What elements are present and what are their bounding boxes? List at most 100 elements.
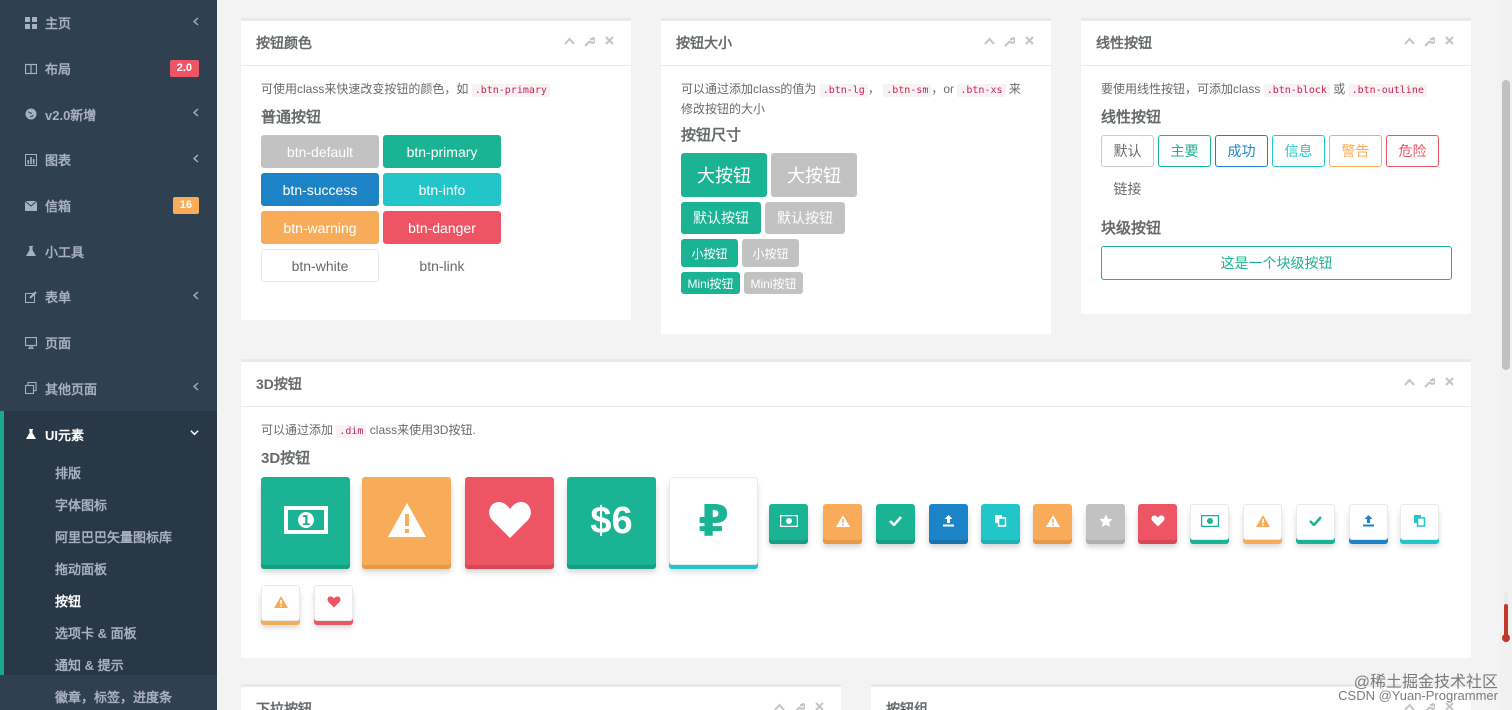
outline-warning-button[interactable]: 警告 — [1329, 135, 1382, 167]
section-heading: 普通按钮 — [261, 109, 322, 126]
outline-success-button[interactable]: 成功 — [1215, 135, 1268, 167]
wrench-icon[interactable] — [1422, 36, 1436, 50]
close-icon[interactable] — [812, 702, 826, 710]
submenu-item-1[interactable]: 字体图标 — [4, 489, 217, 521]
mini-primary-button[interactable]: Mini按钮 — [681, 272, 740, 294]
btn-default-button[interactable]: btn-default — [261, 135, 379, 168]
default-primary-button[interactable]: 默认按钮 — [681, 202, 761, 234]
btn-info-button[interactable]: btn-info — [383, 173, 501, 206]
collapse-icon[interactable] — [982, 36, 996, 50]
submenu-item-2[interactable]: 阿里巴巴矢量图标库 — [4, 521, 217, 553]
btn-primary-button[interactable]: btn-primary — [383, 135, 501, 168]
money-icon: 1 — [283, 505, 329, 538]
chevron-left-icon — [192, 154, 199, 166]
3d-small-button-3[interactable] — [929, 504, 968, 540]
collapse-icon[interactable] — [1402, 702, 1416, 710]
outline-info-button[interactable]: 信息 — [1272, 135, 1325, 167]
copy-icon — [994, 514, 1007, 530]
wrench-icon[interactable] — [1002, 36, 1016, 50]
3d-small-button-4[interactable] — [981, 504, 1020, 540]
3d-small-button-6[interactable] — [1086, 504, 1125, 540]
3d-small-button-10[interactable] — [1296, 504, 1335, 540]
heart-icon — [1150, 515, 1165, 530]
large-default-button[interactable]: 大按钮 — [771, 153, 857, 197]
sidebar-item-8[interactable]: 其他页面 — [0, 366, 217, 412]
panel-header: 3D按钮 — [241, 362, 1471, 407]
3d-small-button-13[interactable] — [261, 585, 300, 621]
submenu-item-0[interactable]: 排版 — [4, 457, 217, 489]
sidebar-item-1[interactable]: 布局 2.0 — [0, 46, 217, 92]
wrench-icon[interactable] — [582, 36, 596, 50]
wrench-icon[interactable] — [1422, 377, 1436, 391]
collapse-icon[interactable] — [1402, 377, 1416, 391]
3d-money-button[interactable]: 1 — [261, 477, 350, 565]
default-default-button[interactable]: 默认按钮 — [765, 202, 845, 234]
sidebar-item-7[interactable]: 页面 — [0, 320, 217, 366]
grid-icon — [24, 16, 38, 30]
3d-ruble-button[interactable]: ₽ — [669, 477, 758, 565]
large-primary-button[interactable]: 大按钮 — [681, 153, 767, 197]
close-icon[interactable] — [1442, 377, 1456, 391]
sidebar-item-label: 布局 — [45, 62, 72, 78]
submenu-item-5[interactable]: 选项卡 & 面板 — [4, 617, 217, 649]
mini-default-button[interactable]: Mini按钮 — [744, 272, 803, 294]
outline-primary-button[interactable]: 主要 — [1158, 135, 1211, 167]
3d-warning-button[interactable] — [362, 477, 451, 565]
outline-danger-button[interactable]: 危险 — [1386, 135, 1439, 167]
sidebar-item-label: UI元素 — [45, 427, 85, 443]
close-icon[interactable] — [1442, 36, 1456, 50]
chart-icon — [24, 153, 38, 167]
collapse-icon[interactable] — [772, 702, 786, 710]
btn-success-button[interactable]: btn-success — [261, 173, 379, 206]
3d-small-button-14[interactable] — [314, 585, 353, 621]
outline-default-button[interactable]: 默认 — [1101, 135, 1154, 167]
3d-small-button-7[interactable] — [1138, 504, 1177, 540]
btn-link-button[interactable]: btn-link — [383, 249, 501, 282]
3d-heart-button[interactable] — [465, 477, 554, 565]
flask-icon — [24, 427, 38, 441]
3d-small-button-8[interactable] — [1190, 504, 1229, 540]
wrench-icon[interactable] — [1422, 702, 1436, 710]
money-icon — [779, 514, 798, 530]
sidebar-item-6[interactable]: 表单 — [0, 274, 217, 320]
sidebar-item-3[interactable]: 图表 — [0, 137, 217, 183]
flask-icon — [24, 244, 38, 258]
small-default-button[interactable]: 小按钮 — [742, 239, 799, 267]
3d-small-button-0[interactable] — [769, 504, 808, 540]
3d-small-button-2[interactable] — [876, 504, 915, 540]
sidebar-item-0[interactable]: 主页 — [0, 0, 217, 46]
page-scrollbar[interactable] — [1500, 0, 1512, 710]
wrench-icon[interactable] — [792, 702, 806, 710]
collapse-icon[interactable] — [562, 36, 576, 50]
submenu-item-4[interactable]: 按钮 — [4, 585, 217, 617]
close-icon[interactable] — [1022, 36, 1036, 50]
submenu-item-3[interactable]: 拖动面板 — [4, 553, 217, 585]
3d-small-button-12[interactable] — [1400, 504, 1439, 540]
outline-link-button[interactable]: 链接 — [1101, 173, 1154, 205]
panel-title: 按钮颜色 — [256, 35, 312, 51]
sidebar-item-4[interactable]: 信箱 16 — [0, 183, 217, 229]
small-primary-button[interactable]: 小按钮 — [681, 239, 738, 267]
collapse-icon[interactable] — [1402, 36, 1416, 50]
sidebar-item-5[interactable]: 小工具 — [0, 228, 217, 274]
edit-icon — [24, 290, 38, 304]
submenu-item-7[interactable]: 徽章，标签，进度条 — [4, 681, 217, 710]
3d-small-button-9[interactable] — [1243, 504, 1282, 540]
btn-white-button[interactable]: btn-white — [261, 249, 379, 282]
close-icon[interactable] — [1442, 702, 1456, 710]
3d-dollar-button[interactable]: $6 — [567, 477, 656, 565]
sidebar-item-2[interactable]: v2.0新增 — [0, 91, 217, 137]
3d-small-button-1[interactable] — [823, 504, 862, 540]
panel-button-sizes: 按钮大小 可以通过添加class的值为 .btn-lg， .btn-sm ，or … — [661, 18, 1051, 334]
envelope-icon — [24, 199, 38, 213]
sidebar-item-ui-elements[interactable]: UI元素 — [4, 411, 217, 457]
panel-header: 按钮大小 — [661, 21, 1051, 66]
3d-small-button-11[interactable] — [1349, 504, 1388, 540]
block-button[interactable]: 这是一个块级按钮 — [1101, 246, 1452, 280]
close-icon[interactable] — [602, 36, 616, 50]
scrollbar-thumb[interactable] — [1502, 80, 1510, 370]
btn-warning-button[interactable]: btn-warning — [261, 211, 379, 244]
submenu-item-6[interactable]: 通知 & 提示 — [4, 649, 217, 681]
3d-small-button-5[interactable] — [1033, 504, 1072, 540]
btn-danger-button[interactable]: btn-danger — [383, 211, 501, 244]
